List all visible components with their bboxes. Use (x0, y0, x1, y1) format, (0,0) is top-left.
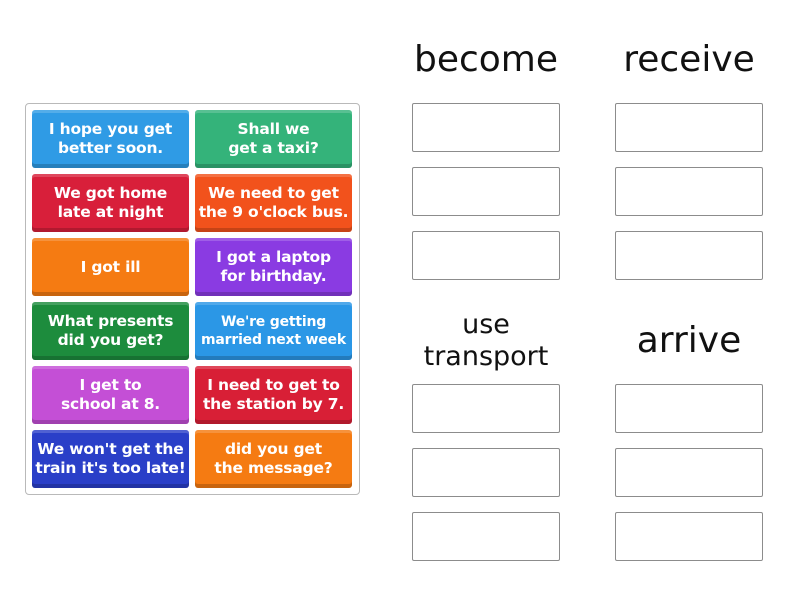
drop-slot-use-transport-2[interactable] (412, 448, 560, 497)
answer-tile-text: I get to school at 8. (61, 376, 160, 413)
answer-tile-text: I hope you get better soon. (48, 120, 173, 157)
answer-tile-text: What presents did you get? (47, 312, 174, 349)
drop-slot-become-1[interactable] (412, 103, 560, 152)
answer-tile[interactable]: We're getting married next week (195, 302, 352, 360)
drop-slot-receive-3[interactable] (615, 231, 763, 280)
answer-tile[interactable]: I got ill (32, 238, 189, 296)
answer-tile[interactable]: I got a laptop for birthday. (195, 238, 352, 296)
answer-tile-text: I need to get to the station by 7. (202, 376, 345, 413)
answer-tile[interactable]: I need to get to the station by 7. (195, 366, 352, 424)
answer-tile[interactable]: I hope you get better soon. (32, 110, 189, 168)
drop-slot-arrive-3[interactable] (615, 512, 763, 561)
category-heading-use-transport: use transport (423, 309, 549, 372)
answer-tile-text: I got ill (80, 257, 141, 276)
category-heading-receive: receive (623, 39, 755, 80)
answer-tile-text: We won't get the train it's too late! (35, 440, 186, 477)
answer-tile-text: We need to get the 9 o'clock bus. (198, 184, 349, 221)
drop-slot-arrive-1[interactable] (615, 384, 763, 433)
answer-tile[interactable]: We need to get the 9 o'clock bus. (195, 174, 352, 232)
answer-tile-text: We're getting married next week (201, 314, 346, 348)
answer-tile[interactable]: did you get the message? (195, 430, 352, 488)
answer-tile-text: I got a laptop for birthday. (216, 248, 331, 285)
answer-tile[interactable]: What presents did you get? (32, 302, 189, 360)
answer-tile-text: We got home late at night (53, 184, 168, 221)
drop-slot-receive-2[interactable] (615, 167, 763, 216)
drop-slot-use-transport-3[interactable] (412, 512, 560, 561)
drop-slot-arrive-2[interactable] (615, 448, 763, 497)
answer-tile[interactable]: We won't get the train it's too late! (32, 430, 189, 488)
category-heading-become: become (413, 39, 559, 80)
drop-slot-use-transport-1[interactable] (412, 384, 560, 433)
answer-tile-text: did you get the message? (214, 440, 333, 477)
drop-slot-become-2[interactable] (412, 167, 560, 216)
drop-slot-become-3[interactable] (412, 231, 560, 280)
answer-tile-text: Shall we get a taxi? (228, 120, 319, 157)
answer-tile[interactable]: I get to school at 8. (32, 366, 189, 424)
answer-tile[interactable]: Shall we get a taxi? (195, 110, 352, 168)
answer-tile[interactable]: We got home late at night (32, 174, 189, 232)
category-heading-arrive: arrive (636, 320, 742, 361)
drop-slot-receive-1[interactable] (615, 103, 763, 152)
